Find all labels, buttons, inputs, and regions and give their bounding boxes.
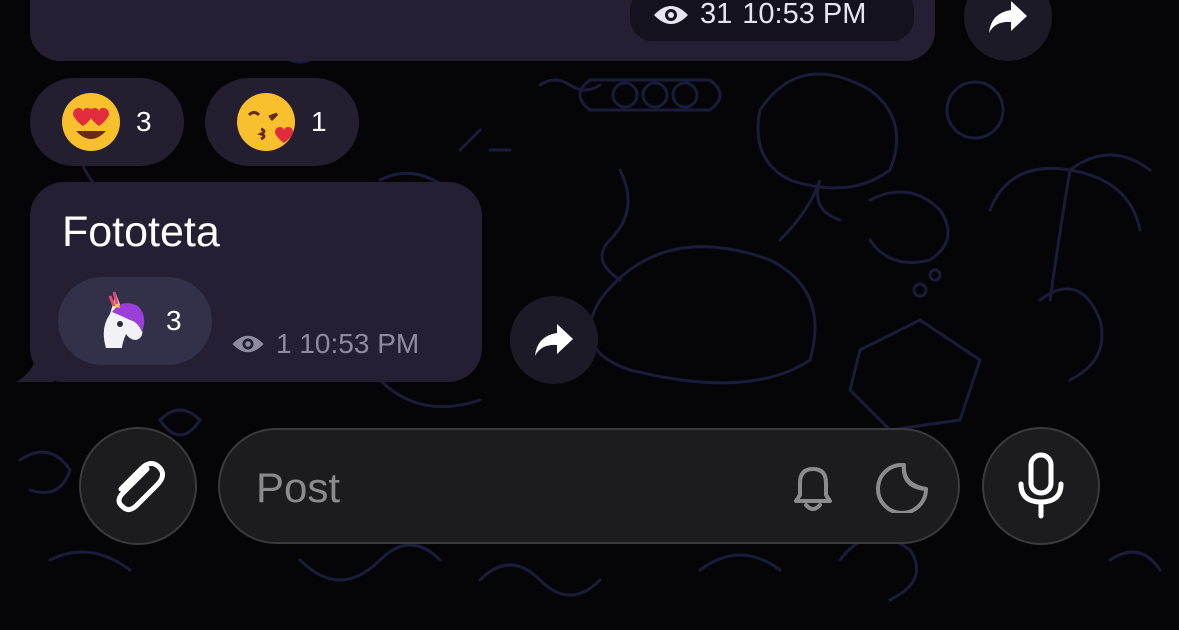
message-forward-button[interactable] [510, 296, 598, 384]
eye-icon [232, 335, 264, 353]
unicorn-emoji-icon [103, 291, 145, 348]
sticker-button[interactable] [874, 462, 932, 514]
paperclip-icon [116, 461, 165, 513]
reaction-kissing[interactable]: 1 [205, 78, 359, 166]
heart-eyes-emoji-icon [62, 93, 120, 151]
share-arrow-icon [989, 1, 1027, 33]
notification-toggle-button[interactable] [786, 460, 840, 514]
message-time: 10:53 PM [299, 328, 420, 359]
previous-message-time: 10:53 PM [742, 0, 867, 30]
voice-record-button[interactable] [982, 427, 1100, 545]
previous-message-meta: 31 10:53 PM [630, 0, 914, 41]
share-arrow-icon [535, 324, 573, 356]
composer [218, 428, 960, 544]
message-text: Fototeta [62, 208, 220, 256]
reaction-count: 3 [136, 106, 152, 137]
reaction-count: 3 [166, 305, 182, 336]
post-input[interactable] [254, 458, 758, 518]
kissing-face-emoji-icon [237, 93, 295, 151]
bell-icon [794, 467, 832, 511]
previous-message-views: 31 [700, 0, 733, 30]
microphone-icon [1018, 452, 1064, 519]
sticker-icon [876, 463, 928, 513]
reaction-count: 1 [311, 106, 327, 137]
message-meta: 1 10:53 PM [230, 328, 419, 360]
reaction-unicorn[interactable]: 3 [58, 277, 212, 365]
eye-icon [654, 5, 688, 24]
reaction-heart-eyes[interactable]: 3 [30, 78, 184, 166]
message-views: 1 [276, 328, 292, 359]
attach-button[interactable] [79, 427, 197, 545]
